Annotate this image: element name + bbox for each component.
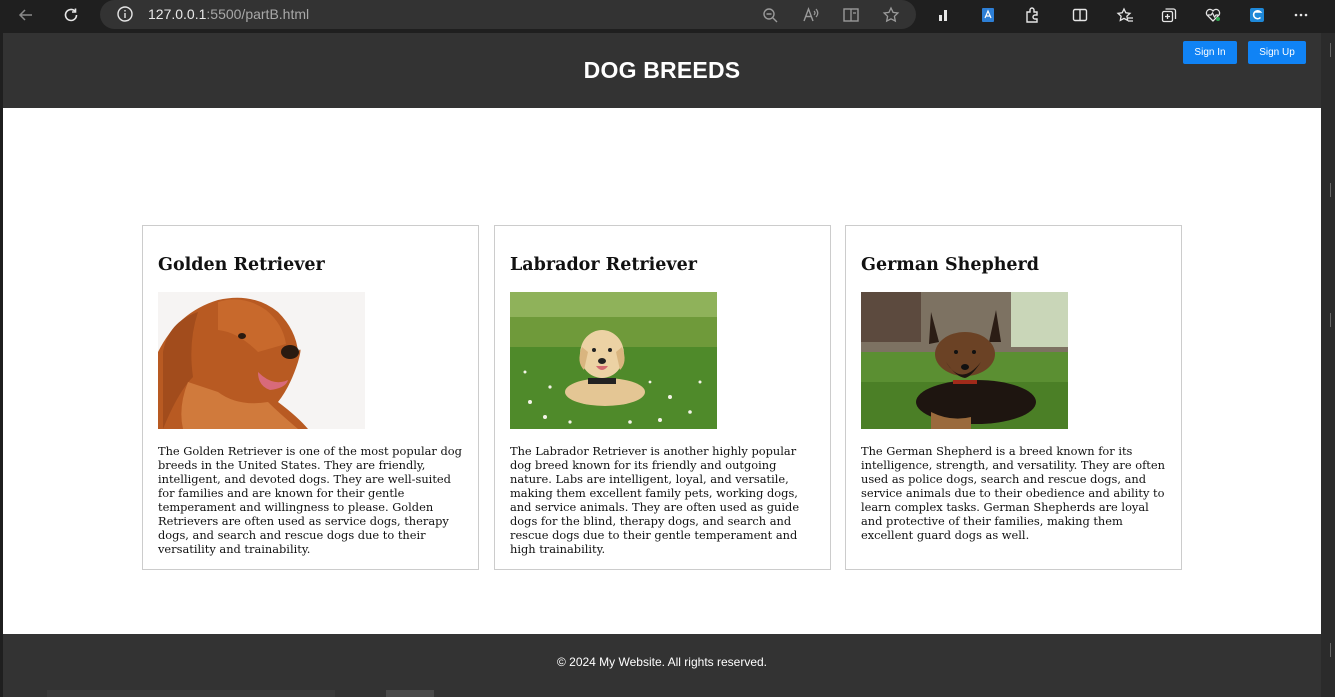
side-panel-strip (1321, 33, 1335, 697)
immersive-reader-icon[interactable] (839, 3, 863, 27)
scrollbar-tick (1330, 43, 1331, 57)
url-text[interactable]: 127.0.0.1:5500/partB.html (148, 6, 309, 22)
scrollbar-tick (1330, 643, 1331, 657)
card-description: The German Shepherd is a breed known for… (861, 444, 1165, 542)
golden-retriever-image (158, 292, 365, 429)
site-header: DOG BREEDS Sign In Sign Up (3, 33, 1321, 108)
german-shepherd-image (861, 292, 1068, 429)
sign-up-button[interactable]: Sign Up (1248, 41, 1306, 64)
site-footer: © 2024 My Website. All rights reserved. (3, 634, 1321, 697)
favorite-star-icon[interactable] (879, 3, 903, 27)
web-page: DOG BREEDS Sign In Sign Up Golden Retrie… (3, 33, 1321, 697)
url-path: :5500/partB.html (206, 6, 310, 22)
page-title: DOG BREEDS (583, 57, 741, 83)
stats-icon[interactable] (932, 3, 956, 27)
copyright-text: © 2024 My Website. All rights reserved. (556, 655, 768, 669)
info-icon[interactable] (116, 5, 134, 23)
refresh-icon[interactable] (59, 3, 83, 27)
edge-icon[interactable] (1245, 3, 1269, 27)
card-title: Golden Retriever (158, 255, 325, 275)
taskbar-fragment (386, 690, 434, 697)
card-description: The Golden Retriever is one of the most … (158, 444, 462, 556)
url-host: 127.0.0.1 (148, 6, 207, 22)
more-icon[interactable] (1289, 3, 1313, 27)
scrollbar-tick (1330, 183, 1331, 197)
sign-in-button[interactable]: Sign In (1183, 41, 1237, 64)
card-title: German Shepherd (861, 255, 1040, 275)
back-icon[interactable] (14, 3, 38, 27)
labrador-retriever-image (510, 292, 717, 429)
address-bar[interactable]: 127.0.0.1:5500/partB.html (100, 0, 916, 29)
split-screen-icon[interactable] (1068, 3, 1092, 27)
taskbar-fragment (47, 690, 335, 697)
collections-icon[interactable] (1157, 3, 1181, 27)
favorites-icon[interactable] (1113, 3, 1137, 27)
scrollbar-tick (1330, 313, 1331, 327)
extensions-icon[interactable] (1020, 3, 1044, 27)
breed-card-golden-retriever: Golden Retriever The Golden Retriever is… (142, 225, 479, 570)
health-icon[interactable] (1201, 3, 1225, 27)
breed-card-labrador-retriever: Labrador Retriever The Labrador Retrieve… (494, 225, 831, 570)
breed-card-german-shepherd: German Shepherd The German Shepherd is a… (845, 225, 1182, 570)
read-aloud-icon[interactable] (798, 3, 822, 27)
card-title: Labrador Retriever (510, 255, 697, 275)
zoom-out-icon[interactable] (758, 3, 782, 27)
translate-icon[interactable] (976, 3, 1000, 27)
card-description: The Labrador Retriever is another highly… (510, 444, 800, 556)
browser-toolbar: 127.0.0.1:5500/partB.html (0, 0, 1335, 30)
